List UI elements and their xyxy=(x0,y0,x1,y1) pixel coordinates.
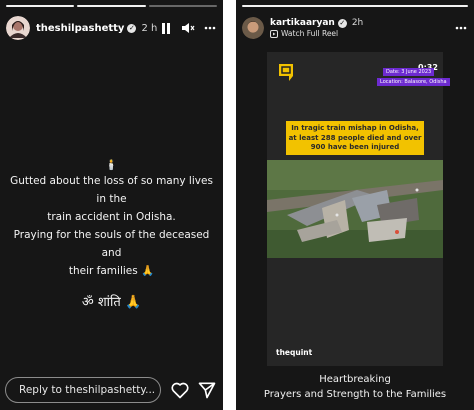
post-time: 2 h xyxy=(141,22,158,34)
candle-icon: 🕯️ xyxy=(105,160,118,171)
story-caption: 🕯️ Gutted about the loss of so many live… xyxy=(8,160,215,312)
caption-line: train accident in Odisha. xyxy=(47,211,176,223)
progress-segment xyxy=(242,5,468,7)
progress-segment xyxy=(148,5,217,7)
avatar[interactable] xyxy=(6,16,30,40)
reply-input[interactable]: Reply to theshilpashetty... xyxy=(5,377,161,403)
caption-line: Heartbreaking xyxy=(319,374,391,385)
date-tag: Date: 3 June 2023 xyxy=(383,68,435,76)
send-icon[interactable] xyxy=(197,380,217,400)
om-shanti-line: ॐ शांति 🙏 xyxy=(81,295,142,310)
story-progress xyxy=(6,5,217,7)
reel-headline: In tragic train mishap in Odisha, at lea… xyxy=(286,121,424,155)
verified-icon: ✓ xyxy=(337,18,347,28)
story-panel-left: theshilpashetty ✓ 2 h 🕯️ Gutted about th… xyxy=(0,0,223,410)
caption-line: Praying for the souls of the deceased an… xyxy=(13,229,210,259)
reel-icon xyxy=(270,29,278,38)
avatar[interactable] xyxy=(242,17,264,39)
more-icon[interactable] xyxy=(203,21,217,35)
thequint-logo-icon xyxy=(279,64,293,81)
caption-line: their families 🙏 xyxy=(68,265,155,277)
reel-source: thequint xyxy=(276,348,313,357)
watch-full-reel-link[interactable]: Watch Full Reel xyxy=(270,29,363,38)
watch-full-reel-label: Watch Full Reel xyxy=(281,29,339,38)
caption-line: Gutted about the loss of so many lives i… xyxy=(10,175,213,205)
post-time: 2h xyxy=(351,18,364,28)
verified-icon: ✓ xyxy=(127,23,137,33)
story-header: kartikaaryan ✓ 2h Watch Full Reel xyxy=(242,14,468,42)
pause-icon[interactable] xyxy=(159,21,173,35)
progress-segment xyxy=(6,5,75,7)
progress-segment xyxy=(77,5,146,7)
username[interactable]: kartikaaryan xyxy=(270,18,335,28)
caption-line: Prayers and Strength to the Families xyxy=(263,389,447,400)
story-header: theshilpashetty ✓ 2 h xyxy=(6,14,217,42)
train-accident-photo xyxy=(267,160,443,258)
location-tag: Location: Balasore, Odisha xyxy=(377,78,450,86)
story-caption: Heartbreaking Prayers and Strength to th… xyxy=(236,372,474,402)
story-panel-right: kartikaaryan ✓ 2h Watch Full Reel 0:32 D… xyxy=(236,0,474,410)
story-progress xyxy=(242,5,468,7)
heart-icon[interactable] xyxy=(170,380,190,400)
mute-icon[interactable] xyxy=(181,21,195,35)
more-icon[interactable] xyxy=(454,21,468,35)
username[interactable]: theshilpashetty xyxy=(36,23,124,34)
